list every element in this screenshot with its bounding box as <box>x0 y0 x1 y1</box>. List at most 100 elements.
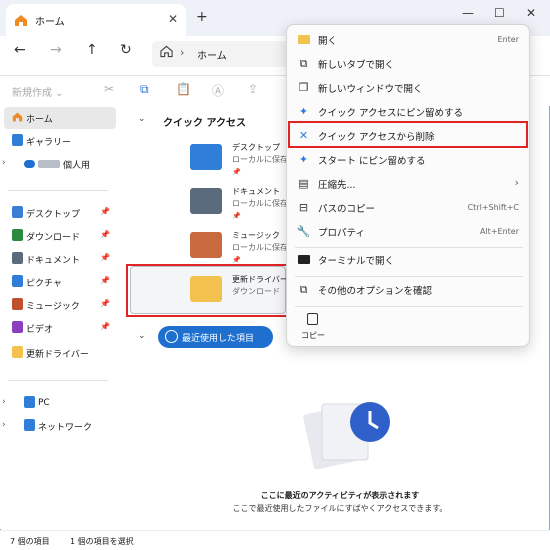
refresh-button[interactable]: ↻ <box>120 42 132 58</box>
sidebar-item-videos[interactable]: ビデオ 📌 <box>4 317 116 339</box>
paste-icon[interactable]: 📋 <box>176 82 191 96</box>
minimize-button[interactable]: — <box>462 6 474 20</box>
sidebar-item-network[interactable]: › ネットワーク <box>2 415 116 437</box>
pin-start-icon: ✦ <box>298 153 309 166</box>
download-icon <box>12 229 23 241</box>
item-name: ドキュメント <box>232 187 280 196</box>
pin-icon: 📌 <box>100 230 110 239</box>
network-icon <box>24 419 35 431</box>
highlight-frame-menu-item <box>288 121 528 148</box>
home-icon <box>12 112 23 122</box>
close-button[interactable]: ✕ <box>526 6 536 20</box>
chevron-right-icon[interactable]: › <box>2 397 6 407</box>
copy-icon[interactable]: ⧉ <box>140 82 149 97</box>
menu-item-open[interactable]: 開く Enter <box>287 28 529 52</box>
gallery-icon <box>12 134 23 146</box>
sidebar-item-label: デスクトップ <box>26 209 81 220</box>
up-button[interactable]: ↑ <box>86 42 98 58</box>
new-button[interactable]: 新規作成 ⌄ <box>12 84 64 99</box>
empty-state-subtitle: ここで最近使用したファイルにすばやくアクセスできます。 <box>232 504 448 513</box>
sidebar-item-documents[interactable]: ドキュメント 📌 <box>4 248 116 270</box>
forward-button[interactable]: → <box>50 42 62 58</box>
highlight-frame-item <box>126 264 288 317</box>
music-folder-icon <box>190 232 222 258</box>
sidebar-item-onedrive[interactable]: › 個人用 <box>2 153 116 175</box>
video-icon <box>12 321 23 333</box>
tab-home[interactable]: ホーム ✕ <box>6 4 186 36</box>
menu-item-open-new-window[interactable]: ❐ 新しいウィンドウで開く <box>287 76 529 100</box>
sidebar-item-home[interactable]: ホーム <box>4 107 116 129</box>
tab-close-button[interactable]: ✕ <box>168 12 178 26</box>
recent-section-button[interactable]: 最近使用した項目 <box>158 326 273 348</box>
sidebar-item-pc[interactable]: › PC <box>2 392 116 414</box>
context-menu: 開く Enter ⧉ 新しいタブで開く ❐ 新しいウィンドウで開く ✦ クイック… <box>286 24 530 347</box>
cloud-icon <box>24 160 35 168</box>
wrench-icon: 🔧 <box>296 225 311 238</box>
menu-item-copy-path[interactable]: ⊟ パスのコピー Ctrl+Shift+C <box>287 196 529 220</box>
copy-icon[interactable] <box>307 313 318 325</box>
quick-access-item[interactable]: デスクトップ ローカルに保存済 📌 <box>190 140 296 184</box>
redacted-name <box>38 160 60 168</box>
desktop-folder-icon <box>190 144 222 170</box>
back-button[interactable]: ← <box>14 42 26 58</box>
menu-item-label: その他のオプションを確認 <box>318 286 433 297</box>
menu-item-label: ターミナルで開く <box>318 256 395 267</box>
sidebar: ホーム ギャラリー › 個人用 デスクトップ 📌 ダウンロード 📌 ドキュメント… <box>0 104 118 529</box>
item-count: 7 個の項目 <box>10 537 50 546</box>
item-name: デスクトップ <box>232 143 280 152</box>
menu-divider <box>295 306 523 307</box>
clock-icon <box>165 330 178 343</box>
menu-item-compress[interactable]: ▤ 圧縮先... › <box>287 172 529 196</box>
pin-icon: 📌 <box>232 168 241 176</box>
folder-icon <box>297 33 310 46</box>
menu-item-properties[interactable]: 🔧 プロパティ Alt+Enter <box>287 220 529 244</box>
menu-item-label: パスのコピー <box>318 204 376 215</box>
menu-item-pin-start[interactable]: ✦ スタート にピン留めする <box>287 148 529 172</box>
sidebar-item-desktop[interactable]: デスクトップ 📌 <box>4 202 116 224</box>
item-name: ミュージック <box>232 231 280 240</box>
address-bar[interactable]: › ホーム <box>152 41 292 67</box>
menu-item-open-terminal[interactable]: ターミナルで開く <box>287 248 529 272</box>
new-tab-button[interactable]: + <box>196 9 208 25</box>
address-separator: › <box>180 46 185 59</box>
pin-icon: 📌 <box>100 299 110 308</box>
chevron-right-icon[interactable]: › <box>2 420 6 430</box>
sidebar-divider <box>8 380 108 381</box>
more-options-icon: ⧉ <box>299 282 308 296</box>
sidebar-item-downloads[interactable]: ダウンロード 📌 <box>4 225 116 247</box>
chevron-down-icon[interactable]: ⌄ <box>138 331 146 341</box>
menu-item-shortcut: Ctrl+Shift+C <box>467 203 519 212</box>
rename-icon[interactable]: Ⓐ <box>212 82 224 99</box>
pin-icon: 📌 <box>100 207 110 216</box>
folder-icon <box>12 346 23 358</box>
document-icon <box>12 252 23 264</box>
picture-icon <box>12 275 23 287</box>
chevron-right-icon[interactable]: › <box>2 158 6 168</box>
sidebar-item-gallery[interactable]: ギャラリー <box>4 130 116 152</box>
menu-item-shortcut: Enter <box>497 35 519 44</box>
quick-access-item[interactable]: ドキュメント ローカルに保存済 📌 <box>190 184 296 228</box>
status-bar: 7 個の項目 1 個の項目を選択 <box>0 530 550 550</box>
sidebar-item-update-driver[interactable]: 更新ドライバー <box>4 342 116 364</box>
sidebar-item-music[interactable]: ミュージック 📌 <box>4 294 116 316</box>
sidebar-item-label: ドキュメント <box>26 255 81 266</box>
sidebar-divider <box>8 190 108 191</box>
menu-item-label: 新しいウィンドウで開く <box>318 84 423 95</box>
sidebar-item-pictures[interactable]: ピクチャ 📌 <box>4 271 116 293</box>
sidebar-item-label: ダウンロード <box>26 232 81 243</box>
cut-icon[interactable]: ✂ <box>104 82 114 96</box>
sidebar-item-label: ネットワーク <box>38 422 93 433</box>
sidebar-item-label: PC <box>38 398 50 408</box>
maximize-button[interactable]: ☐ <box>494 6 505 20</box>
desktop-icon <box>12 206 23 218</box>
chevron-down-icon[interactable]: ⌄ <box>138 114 146 124</box>
menu-item-open-new-tab[interactable]: ⧉ 新しいタブで開く <box>287 52 529 76</box>
menu-item-label: 開く <box>318 36 338 47</box>
menu-item-label: 圧縮先... <box>318 180 356 191</box>
menu-item-shortcut: Alt+Enter <box>479 227 519 236</box>
share-icon[interactable]: ⇪ <box>248 82 258 96</box>
copy-label: コピー <box>301 331 325 340</box>
menu-item-label: プロパティ <box>318 228 365 239</box>
menu-item-label: クイック アクセスにピン留めする <box>318 108 464 119</box>
menu-item-more-options[interactable]: ⧉ その他のオプションを確認 <box>287 278 529 302</box>
